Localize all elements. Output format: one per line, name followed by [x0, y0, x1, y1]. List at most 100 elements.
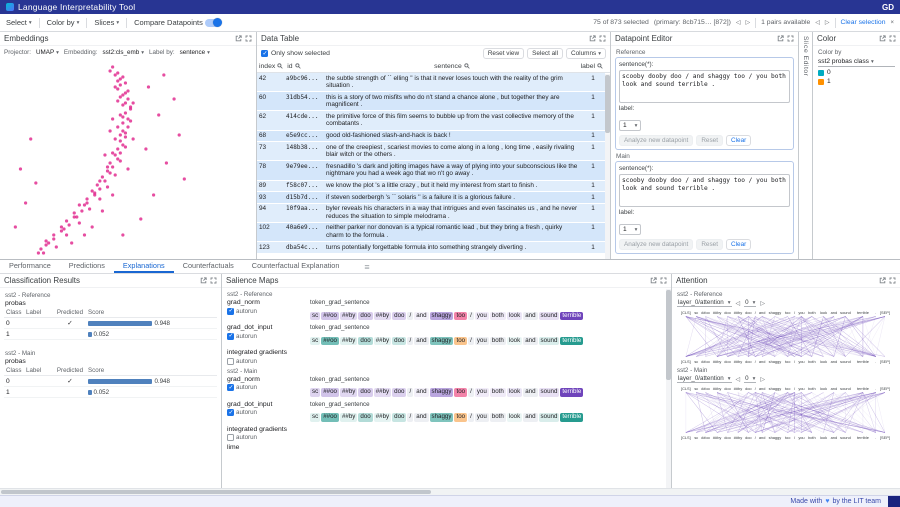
embedding-point[interactable]	[101, 209, 104, 212]
salience-token[interactable]: ##oo	[321, 388, 339, 397]
tab-counterfactuals[interactable]: Counterfactuals	[174, 260, 243, 273]
embedding-point[interactable]	[44, 243, 47, 246]
salience-token[interactable]: both	[490, 413, 506, 422]
salience-token[interactable]: doo	[358, 337, 372, 346]
salience-token[interactable]: doo	[358, 388, 372, 397]
table-row[interactable]: 123dba54c...turns potentially forgettabl…	[257, 242, 605, 254]
salience-token[interactable]: sound	[539, 388, 560, 397]
embedding-point[interactable]	[60, 229, 63, 232]
salience-token[interactable]: and	[414, 388, 428, 397]
embedding-point[interactable]	[14, 225, 17, 228]
next-pair-button[interactable]: ▷	[825, 19, 830, 26]
embedding-point[interactable]	[121, 103, 124, 106]
embedding-point[interactable]	[116, 79, 119, 82]
embedding-point[interactable]	[121, 93, 124, 96]
search-icon[interactable]	[295, 63, 301, 69]
embedding-point[interactable]	[108, 69, 111, 72]
embedding-point[interactable]	[96, 183, 99, 186]
reset-button[interactable]: Reset	[696, 239, 723, 250]
embedding-point[interactable]	[116, 157, 119, 160]
salience-token[interactable]: and	[523, 337, 537, 346]
salience-token[interactable]: ##by	[340, 413, 357, 422]
table-row[interactable]: 73148b38...one of the creepiest , scarie…	[257, 142, 605, 161]
embedding-point[interactable]	[55, 245, 58, 248]
salience-token[interactable]: terrible	[560, 388, 583, 397]
salience-token[interactable]: doo	[358, 413, 372, 422]
head-next-button[interactable]: ▷	[760, 376, 765, 383]
embedding-point[interactable]	[162, 73, 165, 76]
salience-token[interactable]: doo	[392, 312, 406, 321]
salience-token[interactable]: and	[414, 337, 428, 346]
embedding-point[interactable]	[101, 175, 104, 178]
embedding-point[interactable]	[106, 169, 109, 172]
maximize-icon[interactable]	[889, 277, 896, 284]
label-by-select[interactable]: sentence▾	[180, 49, 210, 56]
autorun-control[interactable]: autorun	[227, 434, 310, 441]
salience-token[interactable]: sc	[310, 337, 320, 346]
salience-token[interactable]: too	[454, 337, 467, 346]
salience-token[interactable]: and	[414, 413, 428, 422]
embedding-point[interactable]	[119, 83, 122, 86]
autorun-control[interactable]: autorun	[227, 358, 310, 365]
head-prev-button[interactable]: ◁	[736, 300, 741, 307]
embedding-point[interactable]	[68, 223, 71, 226]
embedding-point[interactable]	[132, 137, 135, 140]
autorun-control[interactable]: autorun	[227, 409, 310, 416]
table-row[interactable]: 9410f9aa...byler reveals his characters …	[257, 204, 605, 223]
embedding-point[interactable]	[60, 225, 63, 228]
salience-token[interactable]: you	[475, 388, 489, 397]
embedding-point[interactable]	[62, 227, 65, 230]
embedding-point[interactable]	[114, 173, 117, 176]
maximize-icon[interactable]	[787, 35, 794, 42]
clear-button[interactable]: Clear	[726, 135, 751, 146]
salience-token[interactable]: terrible	[560, 312, 583, 321]
table-row[interactable]: 789e79ee...fresnadillo 's dark and jolti…	[257, 161, 605, 180]
salience-token[interactable]: too	[454, 413, 467, 422]
embedding-point[interactable]	[98, 187, 101, 190]
salience-token[interactable]: terrible	[560, 337, 583, 346]
embedding-point[interactable]	[116, 125, 119, 128]
embedding-point[interactable]	[42, 251, 45, 254]
embedding-point[interactable]	[183, 177, 186, 180]
column-header-index[interactable]: index	[257, 63, 285, 71]
embedding-point[interactable]	[121, 143, 124, 146]
salience-token[interactable]: /	[468, 388, 474, 397]
embedding-point[interactable]	[147, 85, 150, 88]
embedding-point[interactable]	[144, 147, 147, 150]
salience-token[interactable]: /	[407, 388, 413, 397]
attention-layer-select[interactable]: layer_0/attention▾	[677, 299, 732, 307]
only-show-selected-checkbox[interactable]	[261, 50, 268, 57]
popout-icon[interactable]	[650, 277, 657, 284]
embedding-point[interactable]	[126, 125, 129, 128]
embedding-point[interactable]	[157, 113, 160, 116]
embedding-point[interactable]	[121, 121, 124, 124]
embedding-point[interactable]	[114, 85, 117, 88]
salience-token[interactable]: ##oo	[321, 312, 339, 321]
embedding-point[interactable]	[83, 233, 86, 236]
salience-token[interactable]: sound	[539, 413, 560, 422]
attention-layer-select[interactable]: layer_0/attention▾	[677, 375, 732, 383]
salience-token[interactable]: sc	[310, 413, 320, 422]
compare-datapoints-toggle[interactable]	[205, 19, 221, 27]
salience-token[interactable]: ##by	[374, 312, 391, 321]
salience-token[interactable]: you	[475, 413, 489, 422]
head-prev-button[interactable]: ◁	[736, 376, 741, 383]
embedding-point[interactable]	[91, 225, 94, 228]
salience-token[interactable]: ##by	[374, 388, 391, 397]
salience-token[interactable]: ##oo	[321, 413, 339, 422]
scrollbar-thumb[interactable]	[1, 490, 431, 494]
table-row[interactable]: 6031db54...this is a story of two misfit…	[257, 92, 605, 111]
embedding-point[interactable]	[129, 119, 132, 122]
table-scrollbar[interactable]	[605, 74, 610, 259]
salience-token[interactable]: sc	[310, 312, 320, 321]
embedding-point[interactable]	[124, 135, 127, 138]
tab-predictions[interactable]: Predictions	[60, 260, 114, 273]
salience-token[interactable]: doo	[358, 312, 372, 321]
salience-token[interactable]: shaggy	[430, 337, 454, 346]
slice-editor-tab[interactable]: Slice Editor	[799, 32, 812, 259]
embedding-point[interactable]	[119, 113, 122, 116]
embedding-point[interactable]	[65, 219, 68, 222]
table-row[interactable]: 68e5e9cc...good old-fashioned slash-and-…	[257, 131, 605, 143]
attention-plot[interactable]: [CLS][CLS]scsc##oo##oo##by##bydoodoo##by…	[676, 308, 895, 365]
salience-token[interactable]: sound	[539, 312, 560, 321]
